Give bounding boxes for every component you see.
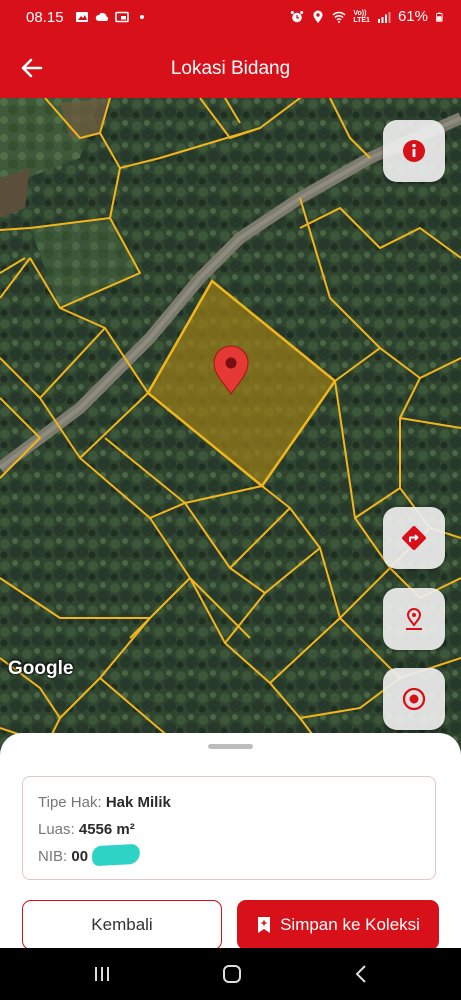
status-bar: 08.15 Vo)) LTE1 61% <box>0 0 461 36</box>
satellite-map[interactable]: Google <box>0 98 461 758</box>
home-icon[interactable] <box>220 962 244 986</box>
signal-icon <box>377 11 391 23</box>
drag-handle[interactable] <box>208 744 253 749</box>
wifi-icon <box>332 11 346 23</box>
recent-apps-icon[interactable] <box>90 962 114 986</box>
status-time: 08.15 <box>26 9 64 26</box>
battery-icon <box>436 12 443 22</box>
bookmark-plus-icon <box>258 917 271 933</box>
cast-icon <box>115 11 129 23</box>
page-title: Lokasi Bidang <box>170 58 291 79</box>
directions-button[interactable] <box>383 507 445 569</box>
directions-icon <box>402 526 426 550</box>
location-icon <box>313 10 323 23</box>
luas-label: Luas: <box>38 821 75 838</box>
dot-icon <box>140 15 144 19</box>
luas-value: 4556 m² <box>78 821 135 838</box>
luas-row: Luas: 4556 m² <box>38 821 135 838</box>
location-pin-icon <box>406 608 422 630</box>
save-to-collection-button[interactable]: Simpan ke Koleksi <box>237 900 439 950</box>
info-button[interactable] <box>383 120 445 182</box>
tipe-hak-value: Hak Milik <box>105 794 171 811</box>
back-button[interactable]: Kembali <box>22 900 222 950</box>
google-attribution: Google <box>8 658 74 679</box>
app-bar: Lokasi Bidang <box>0 36 461 98</box>
nib-value: 00 <box>71 848 89 865</box>
save-button-label: Simpan ke Koleksi <box>280 915 420 934</box>
info-icon <box>403 140 425 162</box>
center-target-button[interactable] <box>383 668 445 730</box>
cloud-icon <box>95 12 109 21</box>
redaction-mark <box>91 843 141 867</box>
nib-label: NIB: <box>38 848 68 865</box>
back-icon[interactable] <box>350 962 374 986</box>
tipe-hak-row: Tipe Hak: Hak Milik <box>38 794 171 811</box>
navigation-bar <box>0 948 461 1000</box>
volte-label: Vo)) LTE1 <box>353 9 370 24</box>
alarm-icon <box>291 10 304 22</box>
target-icon <box>402 687 426 711</box>
parcel-info-card: Tipe Hak: Hak Milik Luas: 4556 m² NIB: 0… <box>22 776 436 880</box>
nib-row: NIB: 00 <box>38 848 88 865</box>
system-icons: Vo)) LTE1 61% <box>290 8 445 25</box>
image-icon <box>76 12 88 22</box>
my-location-button[interactable] <box>383 588 445 650</box>
tipe-hak-label: Tipe Hak: <box>38 794 102 811</box>
notification-icons <box>75 10 149 24</box>
battery-percentage: 61% <box>397 8 428 25</box>
